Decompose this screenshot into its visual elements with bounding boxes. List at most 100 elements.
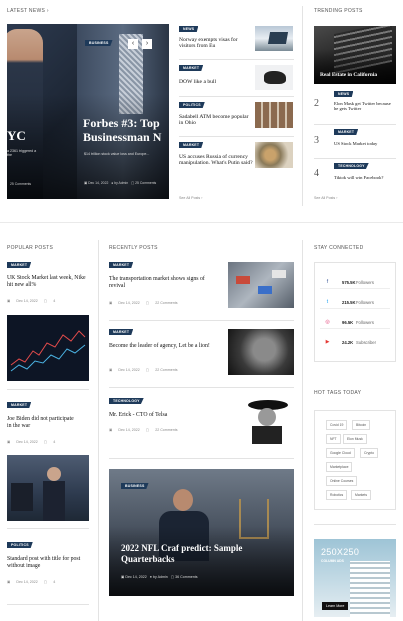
list-item-badge[interactable]: MARKET	[179, 142, 204, 148]
divider	[109, 387, 294, 388]
stock-chart-image[interactable]	[7, 315, 89, 381]
trending-item-title[interactable]: Tiktok will win Facebook?	[334, 175, 396, 180]
hero-comments: 25 Comments	[135, 181, 157, 185]
popular-item[interactable]: POLITICS Standard post with title for po…	[7, 542, 89, 598]
tag-online-courses[interactable]: Online Courses	[326, 476, 358, 486]
tag-marketplace[interactable]: Marketplace	[326, 462, 353, 472]
calendar-icon: ▣	[7, 580, 11, 584]
instagram-icon: ◎	[325, 319, 330, 325]
tag-bitcoin[interactable]: Bitcoin	[352, 420, 371, 430]
social-twitter[interactable]: t 215.5K Followers	[320, 296, 390, 309]
recent-feature-article[interactable]: BUSINESS 2022 NFL Craf predict: Sample Q…	[109, 469, 294, 596]
list-item[interactable]: MARKET US accuses Russia of currency man…	[179, 142, 294, 182]
popular-item-title[interactable]: UK Stock Market last week, Nike hit new …	[7, 275, 89, 288]
recent-feature-date: Dec 14, 2022	[125, 575, 147, 579]
list-item-badge[interactable]: POLITICS	[179, 102, 205, 108]
podium-image	[11, 483, 33, 511]
hero-article[interactable]: BUSINESS ‹ › YC a 2361 triggered a the 25…	[7, 24, 169, 199]
ad-learn-more-button[interactable]: Learn More	[322, 602, 349, 610]
tag-robotics[interactable]: Robotics	[326, 490, 348, 500]
trending-feature-title[interactable]: Real Estate in California	[320, 72, 377, 78]
trending-feature[interactable]: Real Estate in California	[314, 26, 396, 84]
trending-item-title[interactable]: US Stock Market today	[334, 141, 396, 146]
list-item-title[interactable]: DOW like a bull	[179, 79, 249, 85]
slider-next-button[interactable]: ›	[142, 39, 152, 49]
hero-left-excerpt: a 2361 triggered a the	[7, 149, 36, 157]
trending-item[interactable]: 3 MARKET US Stock Market today	[314, 129, 396, 155]
trending-see-all-link[interactable]: See All Posts ›	[314, 196, 337, 200]
plane-image	[267, 32, 289, 44]
tag-google-cloud[interactable]: Google Cloud	[326, 448, 355, 458]
popular-item-meta: ▣ Dec 14, 2022 ▢ 4	[7, 580, 61, 584]
see-all-label: See All Posts	[314, 196, 336, 200]
latest-see-all-link[interactable]: See All Posts ›	[179, 196, 202, 200]
list-item[interactable]: MARKET DOW like a bull	[179, 65, 294, 95]
twitter-icon: t	[326, 299, 329, 305]
trending-item-title[interactable]: Elon Mask get Twitter because he gets Tw…	[334, 101, 396, 112]
social-count: 24.2K	[342, 340, 354, 345]
divider	[302, 6, 303, 206]
recent-feature-title[interactable]: 2022 NFL Craf predict: Sample Quarterbac…	[121, 543, 281, 565]
hero-title[interactable]: Forbes #3: Top Businessman N	[83, 116, 161, 145]
hero-meta: ▣ Dec 14, 2022 ● by Admin ▢ 25 Comments	[84, 181, 156, 185]
tag-elon-musk[interactable]: Elon Musk	[343, 434, 367, 444]
lion-image[interactable]	[228, 329, 294, 375]
popular-item-title[interactable]: Joe Biden did not participate in the war	[7, 416, 77, 429]
list-item-title[interactable]: Sadabell ATM become popular in Ohio	[179, 114, 251, 127]
slider-prev-button[interactable]: ‹	[128, 39, 138, 49]
list-item[interactable]: POLITICS Sadabell ATM become popular in …	[179, 102, 294, 136]
list-item-title[interactable]: US accuses Russia of currency manipulati…	[179, 154, 255, 167]
popular-item-badge[interactable]: MARKET	[7, 262, 32, 268]
facebook-icon: f	[326, 279, 329, 285]
popular-item[interactable]: MARKET UK Stock Market last week, Nike h…	[7, 262, 89, 312]
recent-item-title[interactable]: Mr. Erick - CTO of Telsa	[109, 412, 215, 419]
calendar-icon: ▣	[84, 181, 88, 185]
list-item-badge[interactable]: MARKET	[179, 65, 204, 71]
recent-item-title[interactable]: The transportation market shows signs of…	[109, 276, 215, 289]
tag-markets[interactable]: Markets	[351, 490, 372, 500]
trending-item[interactable]: 2 NEWS Elon Mask get Twitter because he …	[314, 91, 396, 121]
recent-item-badge[interactable]: MARKET	[109, 262, 134, 268]
recent-item-badge[interactable]: MARKET	[109, 329, 134, 335]
recent-item[interactable]: TECHNOLOGY Mr. Erick - CTO of Telsa ▣ Dec…	[109, 398, 294, 448]
tag-nft[interactable]: NFT	[326, 434, 341, 444]
recent-item[interactable]: MARKET Become the leader of agency, Let …	[109, 329, 294, 379]
list-item-image[interactable]	[255, 142, 293, 168]
popular-item-badge[interactable]: POLITICS	[7, 542, 33, 548]
social-count: 575.5K	[342, 280, 356, 285]
recent-item-image[interactable]	[228, 262, 294, 308]
list-item[interactable]: NEWS Norway exempts visas for visitors f…	[179, 26, 294, 60]
recent-feature-badge[interactable]: BUSINESS	[121, 483, 149, 489]
tag-covid[interactable]: Covid 19	[326, 420, 348, 430]
hero-badge[interactable]: BUSINESS	[85, 40, 113, 46]
trending-item[interactable]: 4 TECHNOLOGY Tiktok will win Facebook?	[314, 163, 396, 185]
trending-item-badge[interactable]: MARKET	[334, 129, 359, 135]
social-facebook[interactable]: f 575.5K Followers	[320, 276, 390, 289]
popular-item[interactable]: MARKET Joe Biden did not participate in …	[7, 402, 89, 450]
chevron-right-icon[interactable]: ›	[47, 8, 49, 14]
hero-title-line1: Forbes #3: Top	[83, 116, 160, 130]
list-item-image[interactable]	[255, 26, 293, 51]
popular-item-title[interactable]: Standard post with title for post withou…	[7, 556, 87, 569]
ad-banner[interactable]: 250X250 COLUMN ADS Learn More	[314, 539, 396, 617]
recent-item-title[interactable]: Become the leader of agency, Let be a li…	[109, 343, 215, 350]
divider	[109, 458, 294, 459]
popular-item-badge[interactable]: MARKET	[7, 402, 32, 408]
list-item-title[interactable]: Norway exempts visas for visitors from E…	[179, 37, 249, 50]
hero-left-title[interactable]: YC	[7, 128, 26, 144]
list-item-image[interactable]	[255, 102, 293, 128]
man-in-hat-image[interactable]	[242, 398, 294, 444]
trending-item-badge[interactable]: NEWS	[334, 91, 354, 97]
trending-item-badge[interactable]: TECHNOLOGY	[334, 163, 369, 169]
popular-item-date: Dec 14, 2022	[16, 580, 38, 584]
recent-item[interactable]: MARKET The transportation market shows s…	[109, 262, 294, 312]
list-item-image[interactable]	[255, 65, 293, 90]
recent-item-badge[interactable]: TECHNOLOGY	[109, 398, 144, 404]
tag-crypto[interactable]: Crypto	[360, 448, 378, 458]
press-conference-image[interactable]	[7, 455, 89, 521]
calendar-icon: ▣	[7, 299, 11, 303]
social-youtube[interactable]: ▶ 24.2K Subscriber	[320, 336, 390, 349]
social-instagram[interactable]: ◎ 96.5K Followers	[320, 316, 390, 329]
list-item-badge[interactable]: NEWS	[179, 26, 199, 32]
hero-author: by Admin	[114, 181, 129, 185]
